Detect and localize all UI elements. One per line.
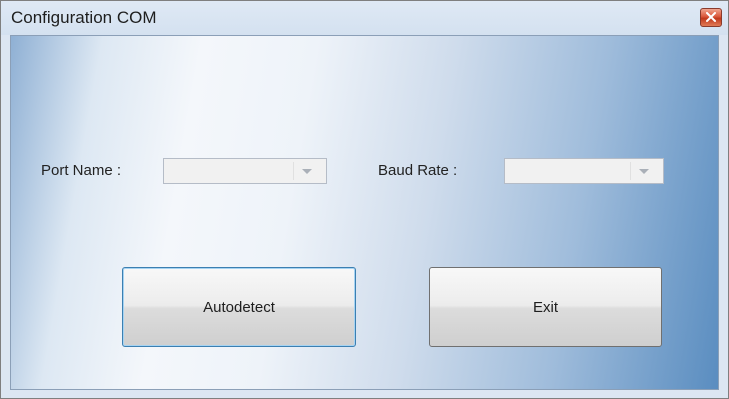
- baud-rate-label: Baud Rate :: [378, 162, 458, 179]
- window-title: Configuration COM: [11, 8, 157, 27]
- baud-rate-dropdown[interactable]: [504, 158, 664, 184]
- config-com-window: Configuration COM Port Name : Baud Rate …: [0, 0, 729, 399]
- chevron-down-icon[interactable]: [639, 169, 649, 174]
- chevron-down-icon[interactable]: [302, 169, 312, 174]
- close-button[interactable]: [700, 8, 722, 27]
- autodetect-button[interactable]: Autodetect: [122, 267, 356, 347]
- form-panel: Port Name : Baud Rate : Autodetect Exit: [10, 35, 719, 390]
- autodetect-button-label: Autodetect: [203, 298, 275, 316]
- dropdown-divider: [293, 162, 294, 180]
- close-icon: [706, 12, 716, 22]
- port-name-dropdown[interactable]: [163, 158, 327, 184]
- exit-button-label: Exit: [532, 298, 558, 316]
- title-bar[interactable]: Configuration COM: [1, 1, 728, 35]
- exit-button[interactable]: Exit: [429, 267, 662, 347]
- dropdown-divider: [630, 162, 631, 180]
- port-name-label: Port Name :: [41, 162, 122, 179]
